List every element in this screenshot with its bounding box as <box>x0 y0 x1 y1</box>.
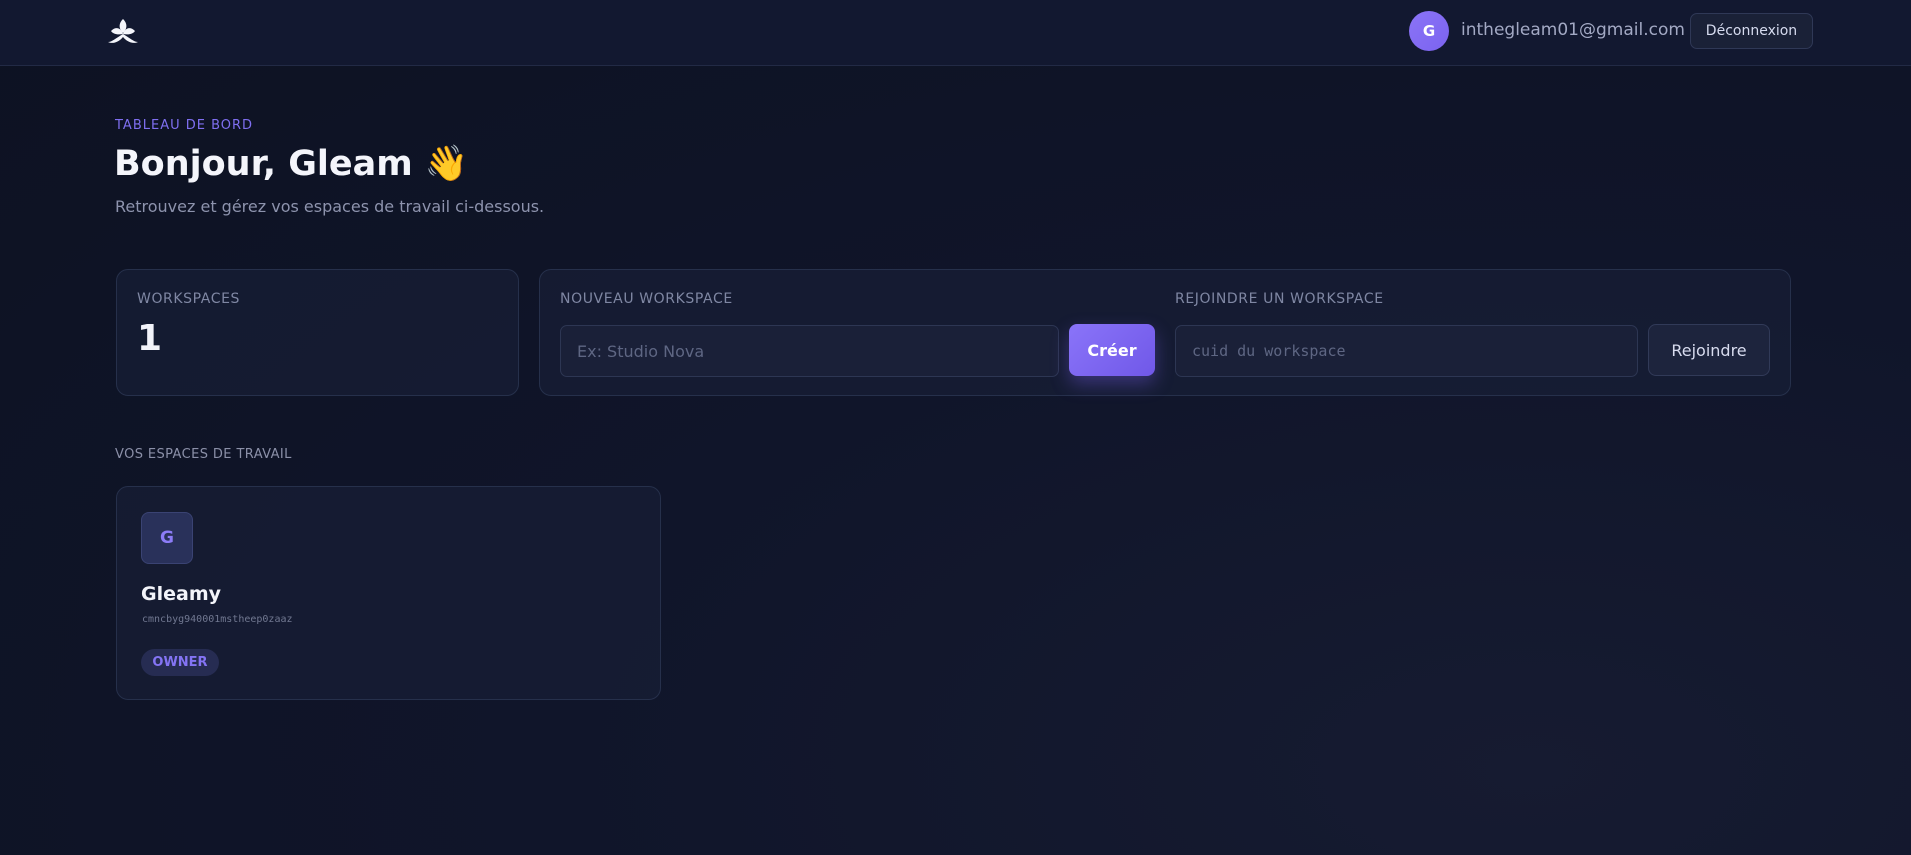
workspaces-section-title: VOS ESPACES DE TRAVAIL <box>115 447 292 462</box>
workspace-card[interactable]: G Gleamy cmncbyg940001mstheep0zaaz OWNER <box>116 486 661 700</box>
lotus-logo-icon[interactable] <box>104 14 142 46</box>
workspace-avatar: G <box>141 512 193 564</box>
user-email: inthegleam01@gmail.com <box>1461 20 1685 40</box>
workspaces-count-label: WORKSPACES <box>137 291 241 307</box>
workspace-role-badge: OWNER <box>141 649 219 676</box>
workspace-cuid-input[interactable]: cuid du workspace <box>1175 325 1638 377</box>
workspace-name-input[interactable]: Ex: Studio Nova <box>560 325 1059 377</box>
page-subtitle: Retrouvez et gérez vos espaces de travai… <box>115 197 545 216</box>
new-workspace-label: NOUVEAU WORKSPACE <box>560 291 733 307</box>
create-workspace-button[interactable]: Créer <box>1069 324 1155 376</box>
user-avatar[interactable]: G <box>1409 11 1449 51</box>
join-workspace-label: REJOINDRE UN WORKSPACE <box>1175 291 1384 307</box>
top-navigation-bar: G inthegleam01@gmail.com Déconnexion <box>0 0 1911 66</box>
dashboard-eyebrow: TABLEAU DE BORD <box>115 118 254 133</box>
workspace-id: cmncbyg940001mstheep0zaaz <box>142 614 293 625</box>
workspace-actions-card: NOUVEAU WORKSPACE Ex: Studio Nova Créer … <box>539 269 1791 396</box>
workspaces-stat-card: WORKSPACES 1 <box>116 269 519 396</box>
page-title: Bonjour, Gleam 👋 <box>114 144 469 184</box>
join-workspace-button[interactable]: Rejoindre <box>1648 324 1770 376</box>
workspaces-count: 1 <box>137 318 163 359</box>
workspace-name: Gleamy <box>141 583 221 605</box>
logout-button[interactable]: Déconnexion <box>1690 13 1813 49</box>
